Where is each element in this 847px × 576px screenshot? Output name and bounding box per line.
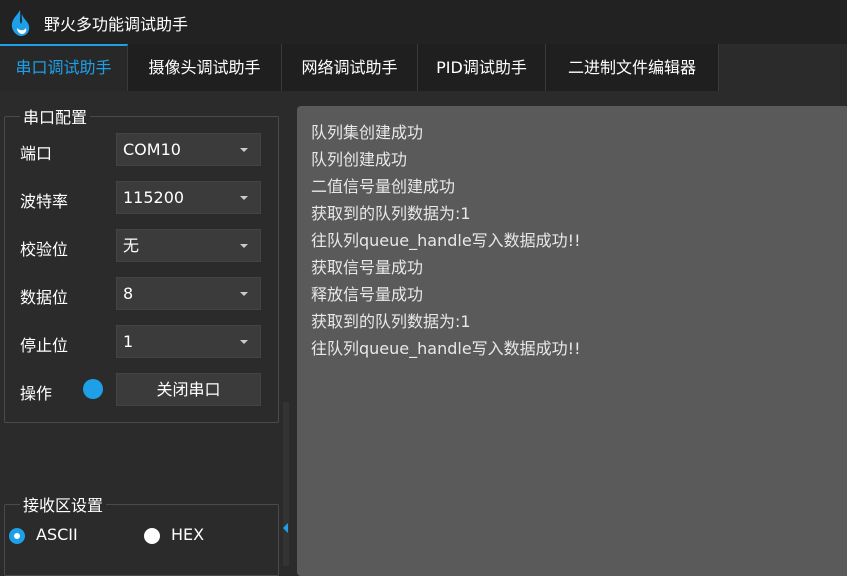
- parity-value: 无: [123, 236, 140, 255]
- tab-pid-debug[interactable]: PID调试助手: [418, 44, 546, 91]
- stop-bits-select[interactable]: 1: [116, 325, 261, 358]
- data-bits-value: 8: [123, 284, 134, 303]
- receive-log: 队列集创建成功 队列创建成功 二值信号量创建成功 获取到的队列数据为:1 往队列…: [311, 119, 581, 362]
- baud-select[interactable]: 115200: [116, 181, 261, 214]
- log-line: 往队列queue_handle写入数据成功!!: [311, 231, 581, 250]
- log-line: 队列集创建成功: [311, 123, 424, 142]
- parity-label: 校验位: [20, 240, 69, 259]
- baud-value: 115200: [123, 188, 185, 207]
- ascii-label: ASCII: [36, 525, 78, 544]
- panel-splitter[interactable]: [283, 402, 289, 566]
- data-bits-select[interactable]: 8: [116, 277, 261, 310]
- log-line: 队列创建成功: [311, 150, 408, 169]
- chevron-down-icon: [240, 292, 248, 296]
- ascii-radio[interactable]: [9, 528, 25, 544]
- close-port-button[interactable]: 关闭串口: [116, 373, 261, 406]
- log-line: 获取到的队列数据为:1: [311, 204, 471, 223]
- tab-serial-debug[interactable]: 串口调试助手: [0, 44, 128, 91]
- log-line: 往队列queue_handle写入数据成功!!: [311, 339, 581, 358]
- data-bits-label: 数据位: [20, 288, 69, 307]
- port-value: COM10: [123, 140, 181, 159]
- chevron-down-icon: [240, 148, 248, 152]
- baud-label: 波特率: [20, 192, 69, 211]
- parity-select[interactable]: 无: [116, 229, 261, 262]
- tab-network-debug[interactable]: 网络调试助手: [282, 44, 418, 91]
- chevron-down-icon: [240, 196, 248, 200]
- tab-camera-debug[interactable]: 摄像头调试助手: [128, 44, 282, 91]
- log-line: 获取到的队列数据为:1: [311, 312, 471, 331]
- collapse-left-icon[interactable]: [283, 523, 288, 533]
- window-title: 野火多功能调试助手: [44, 15, 189, 34]
- port-select[interactable]: COM10: [116, 133, 261, 166]
- receive-text-area[interactable]: 队列集创建成功 队列创建成功 二值信号量创建成功 获取到的队列数据为:1 往队列…: [297, 106, 847, 576]
- stop-bits-label: 停止位: [20, 336, 69, 355]
- title-bar: 野火多功能调试助手: [0, 0, 847, 44]
- port-label: 端口: [20, 144, 53, 163]
- serial-config-title: 串口配置: [20, 104, 91, 128]
- chevron-down-icon: [240, 340, 248, 344]
- operation-label: 操作: [20, 384, 53, 403]
- hex-label: HEX: [171, 525, 205, 544]
- stop-bits-value: 1: [123, 332, 134, 351]
- receive-settings-title: 接收区设置: [20, 492, 107, 516]
- tab-binary-editor[interactable]: 二进制文件编辑器: [546, 44, 719, 91]
- log-line: 释放信号量成功: [311, 285, 424, 304]
- hex-radio[interactable]: [144, 528, 160, 544]
- tab-bar: 串口调试助手 摄像头调试助手 网络调试助手 PID调试助手 二进制文件编辑器: [0, 44, 847, 91]
- log-line: 二值信号量创建成功: [311, 177, 456, 196]
- port-status-indicator: [83, 379, 103, 399]
- log-line: 获取信号量成功: [311, 258, 424, 277]
- flame-logo-icon: [11, 10, 30, 36]
- chevron-down-icon: [240, 244, 248, 248]
